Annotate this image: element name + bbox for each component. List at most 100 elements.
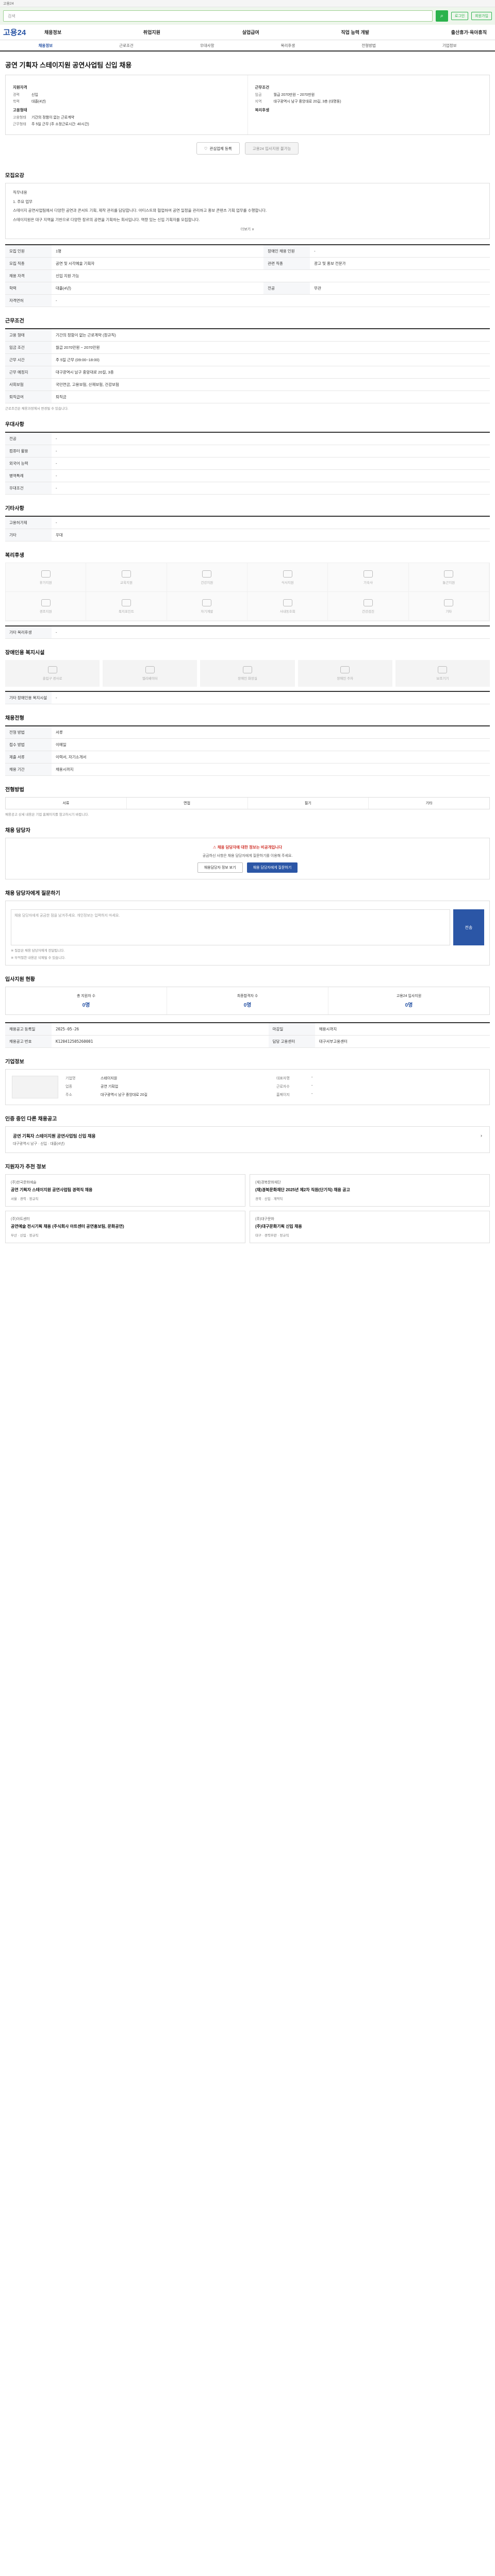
row-value: 서류 — [52, 726, 490, 739]
row-key: 고용 형태 — [5, 329, 52, 342]
company-box: 기업명 스테이지원 대표자명 - 업종 공연 기획업 근로자수 - 주소 대구광역시 남구… — [5, 1069, 490, 1106]
stat-label: 고용24 입사지원 — [396, 994, 422, 998]
book-icon — [202, 599, 212, 606]
facility-item: 엘리베이터 — [103, 660, 197, 687]
tab-recruit[interactable]: 채용정보 — [5, 43, 86, 48]
recruit-p1: 직무내용 — [13, 190, 27, 195]
site-logo[interactable]: 고용24 — [3, 27, 44, 38]
career-key: 경력 — [13, 93, 20, 97]
company-info: 기업명 스테이지원 대표자명 - 업종 공연 기획업 근로자수 - 주소 대구광역시 남구… — [65, 1076, 483, 1098]
apply-stats: 총 지원자 수 0명 최종합격자 수 0명 고용24 입사지원 0명 — [5, 987, 490, 1015]
table-row: 학력 대졸(4년) 전공 무관 — [5, 282, 490, 295]
welfare-item: 자기계발 — [167, 592, 248, 621]
health-icon — [202, 570, 212, 578]
row-value: 무관 — [310, 282, 490, 295]
rec-title: (재)경북문화재단 2025년 제2차 직원(단기직) 채용 공고 — [255, 1188, 350, 1193]
row-value: - — [52, 516, 490, 530]
welfare-note-table: 기타 복리후생 - — [5, 625, 490, 639]
welfare-item: 휴가지원 — [6, 563, 87, 592]
summary-employment-label: 고용형태 — [13, 108, 27, 112]
gnb-item-support[interactable]: 취업지원 — [143, 29, 160, 36]
contact-warning-text: 채용 담당자에 대한 정보는 비공개입니다 — [217, 845, 283, 850]
same-company-job[interactable]: 공연 기획자 스테이지원 공연사업팀 신입 채용 대구광역시 남구 · 신입 ·… — [5, 1126, 490, 1154]
table-row: 채용공고 등록일 2025-05-26 마감일 채용시까지 — [5, 1023, 490, 1036]
section-conditions-title: 근무조건 — [5, 318, 24, 325]
tab-conditions[interactable]: 근로조건 — [86, 43, 167, 48]
row-value: 국민연금, 고용보험, 산재보험, 건강보험 — [52, 378, 490, 392]
stat-label: 최종합격자 수 — [237, 994, 258, 998]
login-button[interactable]: 로그인 — [451, 12, 469, 20]
welfare-label: 기타 — [446, 609, 452, 614]
table-row: 우대조건 - — [5, 482, 490, 495]
recommend-card[interactable]: (재)경북문화재단 (재)경북문화재단 2025년 제2차 직원(단기직) 채용… — [250, 1174, 490, 1207]
row-value: - — [52, 691, 490, 705]
row-key: 기타 복리후생 — [5, 626, 52, 639]
commute-icon — [444, 570, 454, 578]
gnb-item-unemployment[interactable]: 실업급여 — [242, 29, 259, 36]
row-value: 월급 2070만원 ~ 2070만원 — [52, 341, 490, 354]
ask-contact-button[interactable]: 채용 담당자에게 질문하기 — [246, 862, 298, 873]
tab-welfare[interactable]: 복리후생 — [248, 43, 328, 48]
table-row: 병역특례 - — [5, 469, 490, 483]
interest-button[interactable]: ♡ 관심업체 등록 — [196, 142, 240, 155]
tab-process[interactable]: 전형방법 — [328, 43, 409, 48]
company-ceo-value: - — [311, 1076, 313, 1080]
gnb-item-leave[interactable]: 출산휴가·육아휴직 — [451, 29, 487, 36]
edu-key: 학력 — [13, 100, 20, 104]
gnb-item-jobs[interactable]: 채용정보 — [44, 29, 61, 36]
company-address-value: 대구광역시 남구 중앙대로 20길 — [101, 1093, 147, 1097]
row-value: 대졸(4년) — [52, 282, 264, 295]
elevator-icon — [145, 666, 155, 674]
dates-table: 채용공고 등록일 2025-05-26 마감일 채용시까지 채용공고 번호 K1204… — [5, 1022, 490, 1048]
row-value: - — [52, 482, 490, 495]
row-key: 담당 고용센터 — [268, 1035, 315, 1048]
assistive-device-icon — [438, 666, 448, 674]
chevron-right-icon: › — [481, 1133, 482, 1139]
table-row: 접수 방법 이메일 — [5, 738, 490, 752]
table-row: 근무 시간 주 5일 근무 (09:00~18:00) — [5, 353, 490, 367]
preference-table: 전공 - 컴퓨터 활용 - 외국어 능력 - 병역특례 - 우대조건 - — [5, 432, 490, 495]
question-textarea[interactable]: 채용 담당자에게 궁금한 점을 남겨주세요. 개인정보는 입력하지 마세요. — [11, 909, 450, 946]
qa-note-2: ※ 부적절한 내용은 삭제될 수 있습니다. — [11, 956, 65, 960]
row-key: 전공 — [5, 432, 52, 446]
section-qa-title: 채용 담당자에게 질문하기 — [5, 891, 60, 897]
apply-button[interactable]: 고용24 입사지원 불가능 — [244, 142, 299, 155]
row-key: 모집 인원 — [5, 245, 52, 258]
send-button[interactable]: 전송 — [453, 909, 484, 946]
company-ceo-key: 대표자명 — [276, 1077, 290, 1081]
tab-company[interactable]: 기업정보 — [409, 43, 490, 48]
stat-value: 0명 — [405, 1003, 413, 1009]
row-key: 우대조건 — [5, 482, 52, 495]
recommend-card[interactable]: (주)한국문화예술 공연 기획자 스테이지원 공연사업팀 경력직 채용 서울 ·… — [5, 1174, 245, 1207]
company-name-key: 기업명 — [65, 1077, 76, 1081]
row-key: 근무 시간 — [5, 353, 52, 367]
row-value: - — [52, 445, 490, 458]
row-key: 외국어 능력 — [5, 457, 52, 470]
search-button[interactable]: ⌕ — [435, 10, 448, 22]
summary-right: 근무조건 임금 월급 2070만원 ~ 2070만원 지역 대구광역시 남구 중앙대… — [247, 75, 490, 134]
gnb-item-training[interactable]: 직업 능력 개발 — [341, 29, 369, 36]
row-value: 채용시까지 — [315, 1023, 490, 1036]
method-interview: 면접 — [127, 798, 248, 809]
tab-preference[interactable]: 우대사항 — [167, 43, 248, 48]
row-key: 마감일 — [268, 1023, 315, 1036]
search-input[interactable]: 검색 — [3, 10, 433, 22]
recommend-card[interactable]: (주)아트센터 공연예술 전시기획 채용 (주식회사 아트센터 공연홍보팀, 문… — [5, 1211, 245, 1244]
conditions-note: 근로조건은 채용과정에서 변경될 수 있습니다. — [5, 407, 69, 411]
rec-meta: 부산 · 신입 · 정규직 — [11, 1234, 39, 1238]
section-recommend-title: 지원자가 추천 정보 — [5, 1164, 46, 1171]
apply-note: 채용공고 상세 내용은 기업 홈페이지를 참고하시기 바랍니다. — [5, 813, 89, 817]
company-homepage-key: 홈페이지 — [276, 1093, 290, 1097]
row-key: 기타 — [5, 529, 52, 542]
welfare-label: 복지포인트 — [119, 609, 134, 614]
recommend-card[interactable]: (주)대구문화 (주)대구문화기획 신입 채용 대구 · 경력무관 · 정규직 — [250, 1211, 490, 1244]
table-row: 모집 인원 1명 장애인 채용 인원 - — [5, 245, 490, 258]
more-button[interactable]: 더보기 ∨ — [13, 227, 482, 233]
join-button[interactable]: 회원가입 — [471, 12, 492, 20]
apply-methods: 서류 면접 필기 기타 — [5, 797, 490, 810]
table-row: 채용 기간 채용시까지 — [5, 763, 490, 776]
row-value: - — [52, 457, 490, 470]
contact-info-button[interactable]: 채용담당자 정보 보기 — [197, 862, 243, 873]
table-row: 근무 예정지 대구광역시 남구 중앙대로 20길, 3층 — [5, 366, 490, 379]
job-title: 공연 기획자 스테이지원 공연사업팀 신입 채용 — [5, 61, 132, 69]
